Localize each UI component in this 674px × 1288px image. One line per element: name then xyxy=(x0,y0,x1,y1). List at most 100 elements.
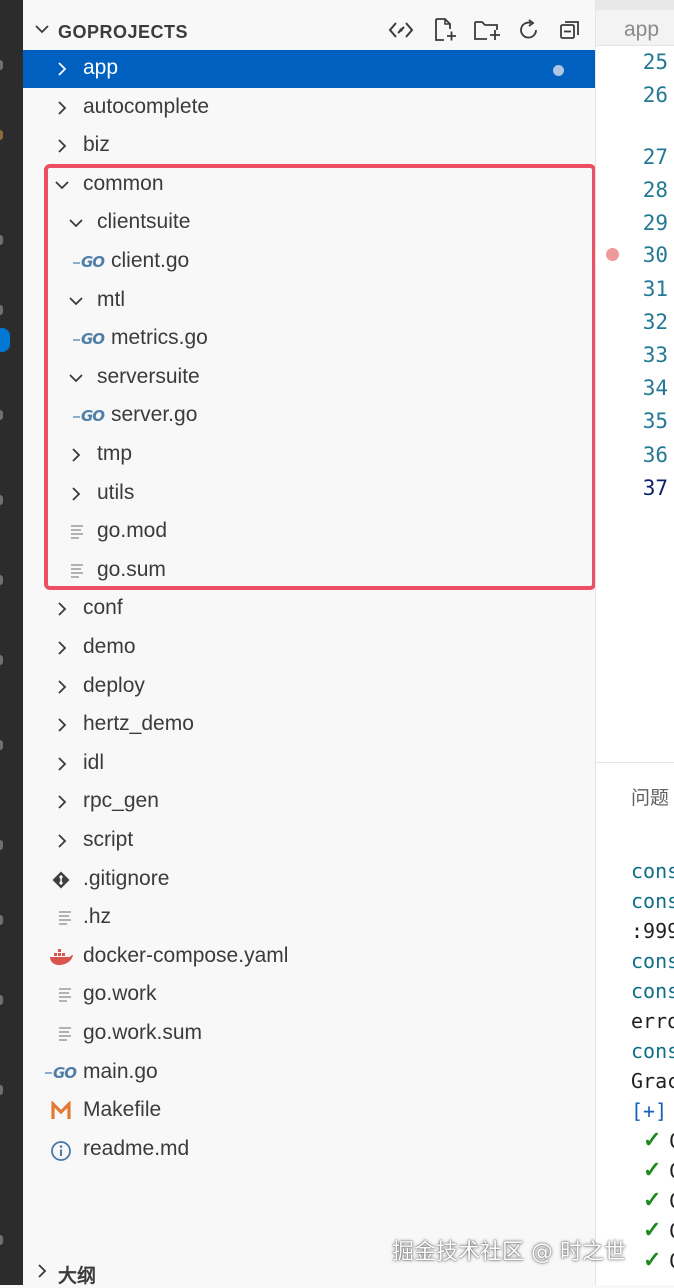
chevron-right-icon[interactable] xyxy=(53,639,71,662)
chevron-down-icon[interactable] xyxy=(67,369,85,392)
tree-folder[interactable]: deploy xyxy=(23,668,595,706)
activity-icon[interactable] xyxy=(0,495,3,505)
tree-folder[interactable]: biz xyxy=(23,127,595,165)
watermark: 掘金技术社区 @ 时之世 xyxy=(392,1240,626,1265)
activity-icon[interactable] xyxy=(0,995,3,1005)
tree-item-label: go.work xyxy=(83,982,157,1006)
tree-item-label: client.go xyxy=(111,249,190,272)
line-number: 35 xyxy=(642,409,668,433)
tree-folder[interactable]: utils xyxy=(23,475,595,513)
chevron-right-icon[interactable] xyxy=(53,600,71,623)
tree-file[interactable]: GO main.go xyxy=(23,1054,595,1092)
bottom-panel: 问题 cons cons:999 cons cons erro cons Grac [+] ✓ C… xyxy=(595,762,674,1285)
chevron-right-icon[interactable] xyxy=(53,716,71,739)
check-icon: ✓ xyxy=(643,1127,662,1152)
check-icon: ✓ xyxy=(643,1247,662,1272)
tree-file[interactable]: go.sum xyxy=(23,552,595,590)
tree-folder[interactable]: tmp xyxy=(23,436,595,474)
line-number: 26 xyxy=(642,83,668,107)
tree-item-label: conf xyxy=(83,596,123,620)
tree-file[interactable]: go.work xyxy=(23,976,595,1014)
open-remote-icon[interactable] xyxy=(387,16,415,44)
tree-folder[interactable]: common xyxy=(23,166,595,204)
text-file-icon xyxy=(69,522,85,547)
tree-file[interactable]: GO server.go xyxy=(23,397,595,435)
terminal-line: C xyxy=(669,1189,674,1213)
activity-icon[interactable] xyxy=(0,575,3,585)
tree-folder[interactable]: rpc_gen xyxy=(23,783,595,821)
terminal-line: :999 xyxy=(631,919,674,943)
tree-folder[interactable]: clientsuite xyxy=(23,204,595,242)
chevron-down-icon[interactable] xyxy=(67,292,85,315)
terminal-line: cons xyxy=(631,889,674,913)
chevron-down-icon[interactable] xyxy=(33,20,51,38)
tree-item-label: .hz xyxy=(83,905,112,929)
tree-file[interactable]: readme.md xyxy=(23,1131,595,1169)
chevron-right-icon[interactable] xyxy=(53,60,71,83)
new-file-icon[interactable] xyxy=(431,16,459,44)
line-number: 30 xyxy=(642,243,668,267)
go-file-icon: GO xyxy=(73,407,105,426)
tree-folder[interactable]: mtl xyxy=(23,282,595,320)
tree-folder[interactable]: hertz_demo xyxy=(23,706,595,744)
tree-folder[interactable]: idl xyxy=(23,745,595,783)
activity-icon[interactable] xyxy=(0,410,3,420)
chevron-right-icon[interactable] xyxy=(53,99,71,122)
tree-folder[interactable]: conf xyxy=(23,590,595,628)
tree-file[interactable]: .hz xyxy=(23,899,595,937)
tree-file[interactable]: Makefile xyxy=(23,1092,595,1130)
editor-tab-bar: app xyxy=(596,0,674,46)
editor-tab-app[interactable]: app xyxy=(624,18,659,42)
info-icon xyxy=(50,1140,72,1167)
activity-icon[interactable] xyxy=(0,655,3,665)
tree-file[interactable]: go.work.sum xyxy=(23,1015,595,1053)
tree-folder[interactable]: serversuite xyxy=(23,359,595,397)
line-number: 27 xyxy=(642,145,668,169)
chevron-down-icon[interactable] xyxy=(53,176,71,199)
refresh-icon[interactable] xyxy=(515,16,543,44)
activity-badge xyxy=(0,328,10,352)
collapse-all-icon[interactable] xyxy=(556,16,584,44)
chevron-right-icon[interactable] xyxy=(53,832,71,855)
tree-file[interactable]: GO metrics.go xyxy=(23,320,595,358)
explorer-header[interactable]: GOPROJECTS xyxy=(23,12,595,50)
explorer-title: GOPROJECTS xyxy=(58,22,189,42)
chevron-right-icon[interactable] xyxy=(67,485,85,508)
activity-icon[interactable] xyxy=(0,1085,3,1095)
tree-file[interactable]: .gitignore xyxy=(23,861,595,899)
terminal-line: cons xyxy=(631,1039,674,1063)
chevron-right-icon[interactable] xyxy=(53,755,71,778)
go-file-icon: GO xyxy=(73,253,105,272)
breakpoint-dot[interactable] xyxy=(606,248,619,261)
check-icon: ✓ xyxy=(643,1157,662,1182)
tree-item-label: serversuite xyxy=(97,364,200,388)
tree-folder[interactable]: script xyxy=(23,822,595,860)
check-icon: ✓ xyxy=(643,1217,662,1242)
chevron-right-icon[interactable] xyxy=(53,678,71,701)
chevron-down-icon[interactable] xyxy=(67,214,85,237)
new-folder-icon[interactable] xyxy=(473,16,501,44)
chevron-right-icon[interactable] xyxy=(53,793,71,816)
activity-icon[interactable] xyxy=(0,235,3,245)
activity-icon[interactable] xyxy=(0,60,3,70)
tab-problems[interactable]: 问题 xyxy=(631,783,669,810)
chevron-right-icon[interactable] xyxy=(53,137,71,160)
tree-folder[interactable]: demo xyxy=(23,629,595,667)
activity-icon[interactable] xyxy=(0,305,3,315)
line-number: 33 xyxy=(642,343,668,367)
activity-icon[interactable] xyxy=(0,1235,3,1245)
tree-item-label: Makefile xyxy=(83,1098,162,1122)
activity-icon[interactable] xyxy=(0,130,3,140)
tree-file[interactable]: go.mod xyxy=(23,513,595,551)
tree-folder[interactable]: autocomplete xyxy=(23,89,595,127)
editor-area[interactable]: app 25 26 27 28 29 30 31 32 33 34 35 36 37 xyxy=(595,0,674,762)
activity-icon[interactable] xyxy=(0,740,3,750)
tree-item-label: server.go xyxy=(111,403,198,427)
tree-folder[interactable]: app xyxy=(23,50,595,88)
tree-file[interactable]: GO client.go xyxy=(23,243,595,281)
activity-icon[interactable] xyxy=(0,840,3,850)
tree-file[interactable]: docker-compose.yaml xyxy=(23,938,595,976)
activity-icon[interactable] xyxy=(0,915,3,925)
go-file-icon: GO xyxy=(45,1064,77,1083)
chevron-right-icon[interactable] xyxy=(67,446,85,469)
